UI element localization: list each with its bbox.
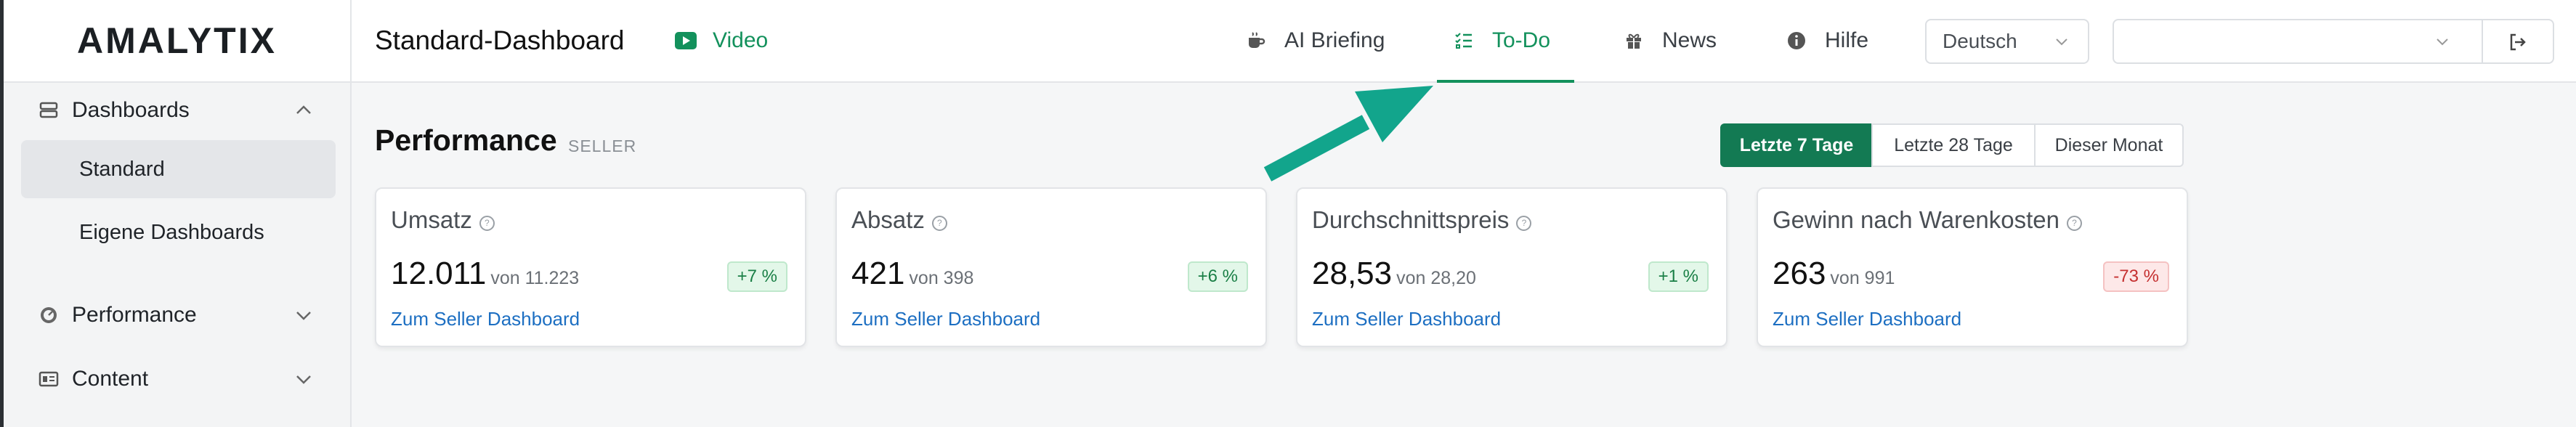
seller-dashboard-link[interactable]: Zum Seller Dashboard: [391, 308, 580, 330]
language-value: Deutsch: [1943, 30, 2017, 52]
sidebar-item-eigene-dashboards[interactable]: Eigene Dashboards: [21, 203, 336, 261]
tab-ai-briefing[interactable]: AI Briefing: [1247, 0, 1385, 81]
seller-dashboard-link[interactable]: Zum Seller Dashboard: [1773, 308, 1961, 330]
video-label: Video: [713, 28, 769, 52]
content-icon: [39, 371, 59, 387]
tab-label: News: [1662, 28, 1717, 52]
kpi-compare: von 28,20: [1396, 268, 1476, 288]
kpi-compare: von 991: [1830, 268, 1895, 288]
sidebar-group-content[interactable]: Content: [4, 356, 350, 402]
logout-icon: [2510, 33, 2526, 51]
section-title: Performance: [375, 123, 557, 157]
video-play-icon: [675, 32, 697, 49]
sidebar: AMALYTIX Dashboards Standard Eigene Dash…: [4, 0, 352, 427]
kpi-card-absatz: Absatz? 421 von 398 +6 % Zum Seller Dashb…: [835, 187, 1267, 347]
kpi-value: 12.011 von 11.223: [391, 256, 580, 291]
info-icon: [1788, 32, 1805, 49]
tab-label: To-Do: [1492, 28, 1551, 52]
kpi-title: Absatz?: [851, 206, 947, 234]
account-select[interactable]: [2113, 19, 2483, 64]
kpi-compare: von 398: [909, 268, 974, 288]
info-icon[interactable]: ?: [479, 216, 495, 231]
kpi-value: 421 von 398: [851, 256, 974, 291]
gift-icon: [1627, 33, 1641, 49]
tab-label: Hilfe: [1825, 28, 1869, 52]
kpi-card-umsatz: Umsatz? 12.011 von 11.223 +7 % Zum Seller…: [375, 187, 806, 347]
sidebar-group-label: Performance: [72, 303, 197, 327]
sidebar-group-label: Dashboards: [72, 98, 190, 122]
info-icon[interactable]: ?: [1516, 216, 1532, 231]
chevron-down-icon: [2437, 38, 2448, 46]
kpi-value: 263 von 991: [1773, 256, 1895, 291]
app-logo[interactable]: AMALYTIX: [4, 0, 350, 83]
info-icon[interactable]: ?: [2067, 216, 2082, 231]
range-button-this-month[interactable]: Dieser Monat: [2034, 123, 2184, 167]
sidebar-group-dashboards[interactable]: Dashboards: [4, 87, 350, 134]
kpi-compare: von 11.223: [490, 268, 580, 288]
chevron-down-icon: [296, 375, 311, 384]
tab-news[interactable]: News: [1624, 0, 1717, 81]
section-subtitle: SELLER: [568, 137, 637, 155]
chevron-down-icon: [2056, 38, 2067, 46]
tab-hilfe[interactable]: Hilfe: [1787, 0, 1868, 81]
language-select[interactable]: Deutsch: [1925, 19, 2089, 64]
chevron-up-icon: [296, 105, 311, 114]
tab-to-do[interactable]: To-Do: [1436, 0, 1575, 83]
change-badge: +6 %: [1187, 261, 1248, 292]
tab-label: AI Briefing: [1284, 28, 1385, 52]
sidebar-item-standard[interactable]: Standard: [21, 140, 336, 198]
gauge-icon: [41, 307, 57, 323]
video-link[interactable]: Video: [675, 25, 768, 57]
change-badge: +7 %: [726, 261, 787, 292]
sidebar-group-performance[interactable]: Performance: [4, 292, 350, 338]
seller-dashboard-link[interactable]: Zum Seller Dashboard: [851, 308, 1040, 330]
sidebar-group-label: Content: [72, 367, 149, 391]
seller-dashboard-link[interactable]: Zum Seller Dashboard: [1312, 308, 1501, 330]
date-range-selector: Letzte 7 Tage Letzte 28 Tage Dieser Mona…: [1720, 123, 2184, 167]
chevron-down-icon: [296, 312, 311, 320]
dashboard-icon: [39, 102, 58, 118]
kpi-title: Gewinn nach Warenkosten?: [1773, 206, 2082, 234]
kpi-value: 28,53 von 28,20: [1312, 256, 1476, 291]
kpi-card-durchschnittspreis: Durchschnittspreis? 28,53 von 28,20 +1 % …: [1296, 187, 1728, 347]
kpi-title: Durchschnittspreis?: [1312, 206, 1532, 234]
change-badge: -73 %: [2103, 261, 2169, 292]
annotation-arrow: [1263, 86, 1433, 182]
kpi-title: Umsatz?: [391, 206, 495, 234]
checklist-icon: [1455, 33, 1472, 49]
change-badge: +1 %: [1648, 261, 1709, 292]
coffee-icon: [1249, 32, 1265, 48]
top-bar: Standard-Dashboard Video AI Briefing To-…: [352, 0, 2576, 83]
range-button-last-28-days[interactable]: Letzte 28 Tage: [1871, 123, 2036, 167]
sidebar-item-label: Standard: [79, 158, 165, 181]
info-icon[interactable]: ?: [931, 216, 947, 231]
range-button-last-7-days[interactable]: Letzte 7 Tage: [1720, 123, 1873, 167]
sidebar-item-label: Eigene Dashboards: [79, 221, 264, 244]
page-title: Standard-Dashboard: [375, 25, 625, 55]
logout-button[interactable]: [2482, 19, 2554, 64]
kpi-card-gewinn: Gewinn nach Warenkosten? 263 von 991 -73 …: [1757, 187, 2188, 347]
